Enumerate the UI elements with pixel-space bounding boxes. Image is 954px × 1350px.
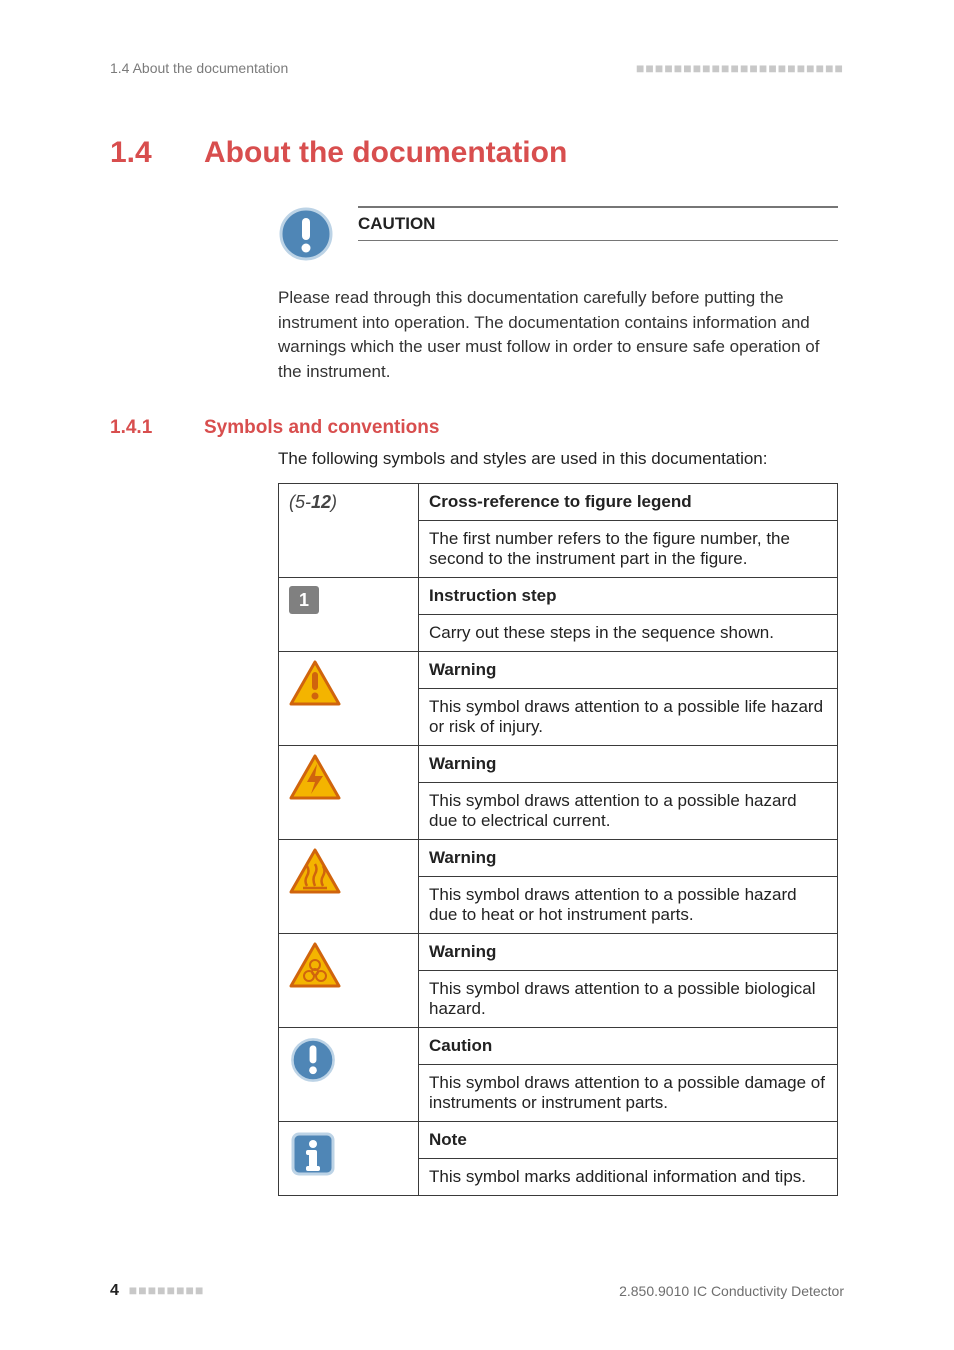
caution-label-area: CAUTION [358, 206, 838, 241]
warning-general-icon [279, 651, 419, 745]
caution-body: Please read through this documentation c… [278, 286, 838, 385]
section-number: 1.4 [110, 136, 166, 170]
row-title: Warning [419, 839, 838, 876]
page-footer: 4 ■■■■■■■■ 2.850.9010 IC Conductivity De… [110, 1282, 844, 1300]
row-desc: Carry out these steps in the sequence sh… [419, 614, 838, 651]
runhead-dashes: ■■■■■■■■■■■■■■■■■■■■■■ [636, 60, 844, 76]
caution-icon [278, 206, 334, 262]
row-desc: This symbol draws attention to a possibl… [419, 1064, 838, 1121]
row-desc: This symbol draws attention to a possibl… [419, 782, 838, 839]
row-title: Warning [419, 933, 838, 970]
section-title: About the documentation [204, 136, 567, 170]
subsection-number: 1.4.1 [110, 417, 174, 439]
table-row: Warning [279, 651, 838, 688]
table-row: Warning [279, 933, 838, 970]
table-row: 1 Instruction step [279, 577, 838, 614]
row-title: Caution [419, 1027, 838, 1064]
table-row: Note [279, 1121, 838, 1158]
row-desc: This symbol marks additional information… [419, 1158, 838, 1195]
step-badge-icon: 1 [289, 586, 319, 614]
row-desc: This symbol draws attention to a possibl… [419, 688, 838, 745]
xref-cell: (5-12) [279, 483, 419, 577]
row-title: Warning [419, 745, 838, 782]
caution-label: CAUTION [358, 214, 435, 233]
row-title: Cross-reference to figure legend [419, 483, 838, 520]
row-desc: The first number refers to the figure nu… [419, 520, 838, 577]
caution-damage-icon [279, 1027, 419, 1121]
xref-close: ) [331, 492, 337, 512]
warning-biohazard-icon [279, 933, 419, 1027]
runhead-left: 1.4 About the documentation [110, 60, 288, 76]
subsection-heading: 1.4.1 Symbols and conventions [110, 417, 844, 439]
intro-text: The following symbols and styles are use… [278, 449, 844, 469]
row-title: Instruction step [419, 577, 838, 614]
row-desc: This symbol draws attention to a possibl… [419, 876, 838, 933]
warning-electrical-icon [279, 745, 419, 839]
subsection-title: Symbols and conventions [204, 417, 439, 439]
running-header: 1.4 About the documentation ■■■■■■■■■■■■… [110, 60, 844, 76]
table-row: Caution [279, 1027, 838, 1064]
caution-block: CAUTION Please read through this documen… [278, 206, 838, 385]
table-row: (5-12) Cross-reference to figure legend [279, 483, 838, 520]
step-cell: 1 [279, 577, 419, 651]
xref-bold: 12 [311, 492, 331, 512]
warning-heat-icon [279, 839, 419, 933]
xref-open: (5- [289, 492, 311, 512]
row-desc: This symbol draws attention to a possibl… [419, 970, 838, 1027]
row-title: Note [419, 1121, 838, 1158]
note-icon [279, 1121, 419, 1195]
page-number: 4 [110, 1282, 119, 1299]
table-row: Warning [279, 839, 838, 876]
symbols-table: (5-12) Cross-reference to figure legend … [278, 483, 838, 1196]
section-heading: 1.4 About the documentation [110, 136, 844, 170]
table-row: Warning [279, 745, 838, 782]
footer-dashes: ■■■■■■■■ [129, 1282, 205, 1298]
row-title: Warning [419, 651, 838, 688]
footer-doc-title: 2.850.9010 IC Conductivity Detector [619, 1283, 844, 1299]
